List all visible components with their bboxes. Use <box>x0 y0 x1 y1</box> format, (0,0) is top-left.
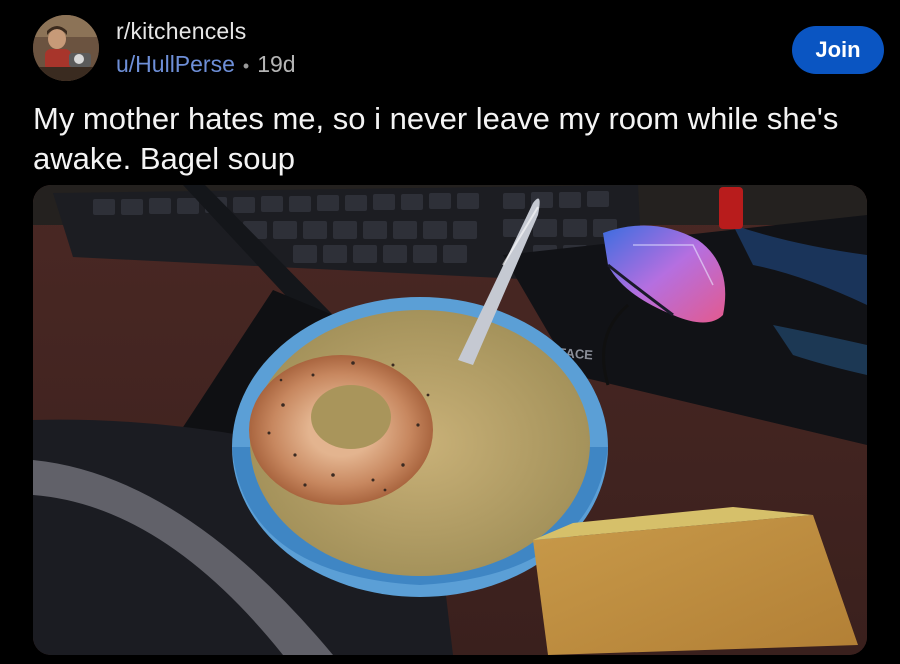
post-image[interactable]: FACE <box>33 185 867 655</box>
bagel <box>249 355 433 505</box>
avatar-image <box>33 15 99 81</box>
subreddit-avatar[interactable] <box>33 15 99 81</box>
post-card[interactable]: r/kitchencels u/HullPerse • 19d Join My mo… <box>0 0 900 664</box>
post-title[interactable]: My mother hates me, so i never leave my … <box>33 99 863 179</box>
join-button[interactable]: Join <box>792 26 884 74</box>
post-age: 19d <box>257 51 296 77</box>
post-byline: u/HullPerse • 19d <box>116 51 296 78</box>
subreddit-name[interactable]: r/kitchencels <box>116 18 246 45</box>
bagel-soup-photo: FACE <box>33 185 867 655</box>
separator-dot: • <box>242 56 250 76</box>
red-bottle <box>719 187 743 229</box>
sponge <box>533 507 858 655</box>
author-username[interactable]: u/HullPerse <box>116 51 235 77</box>
